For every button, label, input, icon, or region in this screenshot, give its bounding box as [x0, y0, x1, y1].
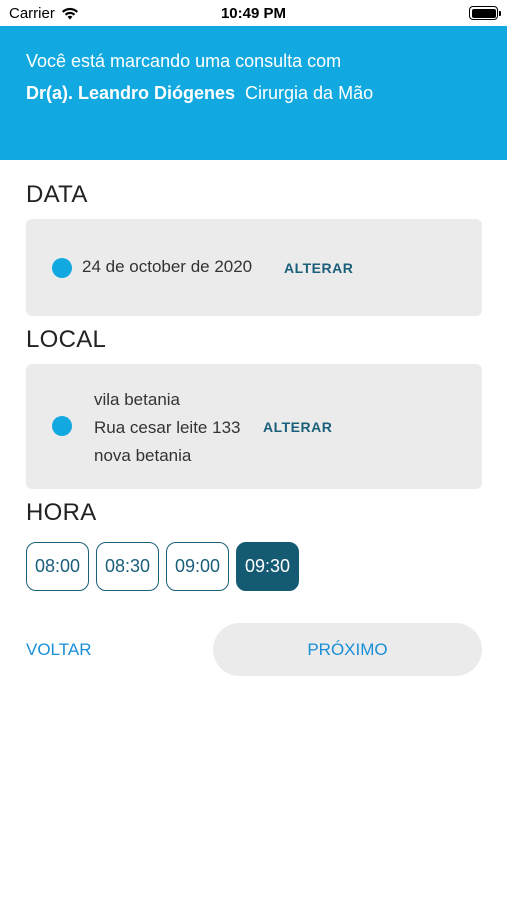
status-time: 10:49 PM: [220, 5, 287, 22]
time-slot-0830[interactable]: 08:30: [96, 542, 159, 591]
location-line: nova betania: [94, 446, 192, 465]
time-slot-0900[interactable]: 09:00: [166, 542, 229, 591]
date-value: 24 de october de 2020: [82, 257, 253, 276]
doctor-specialty: Cirurgia da Mão: [245, 83, 374, 103]
location-section-title: LOCAL: [26, 326, 107, 353]
next-button[interactable]: PRÓXIMO: [213, 623, 482, 676]
date-section-title: DATA: [26, 181, 88, 208]
location-card: vila betania Rua cesar leite 133 nova be…: [26, 364, 482, 489]
status-bar: Carrier 10:49 PM: [0, 0, 507, 26]
header-doctor-line: Dr(a). Leandro Diógenes Cirurgia da Mão: [26, 82, 481, 104]
location-line: Rua cesar leite 133: [94, 418, 241, 437]
time-slot-0800[interactable]: 08:00: [26, 542, 89, 591]
change-date-button[interactable]: ALTERAR: [284, 260, 353, 276]
doctor-name: Dr(a). Leandro Diógenes: [26, 83, 236, 103]
location-address: vila betania Rua cesar leite 133 nova be…: [94, 386, 240, 470]
appointment-header: Você está marcando uma consulta com Dr(a…: [0, 26, 507, 160]
time-slot-0930-selected[interactable]: 09:30: [236, 542, 299, 591]
location-dot-icon: [52, 416, 72, 436]
date-card: 24 de october de 2020 ALTERAR: [26, 219, 482, 316]
date-dot-icon: [52, 258, 72, 278]
header-intro: Você está marcando uma consulta com: [26, 51, 342, 71]
location-line: vila betania: [94, 390, 181, 409]
battery-icon: [469, 6, 501, 20]
time-section-title: HORA: [26, 499, 97, 526]
time-slots: 08:00 08:30 09:00 09:30: [26, 542, 299, 591]
change-location-button[interactable]: ALTERAR: [263, 419, 332, 435]
back-button[interactable]: VOLTAR: [26, 640, 92, 660]
